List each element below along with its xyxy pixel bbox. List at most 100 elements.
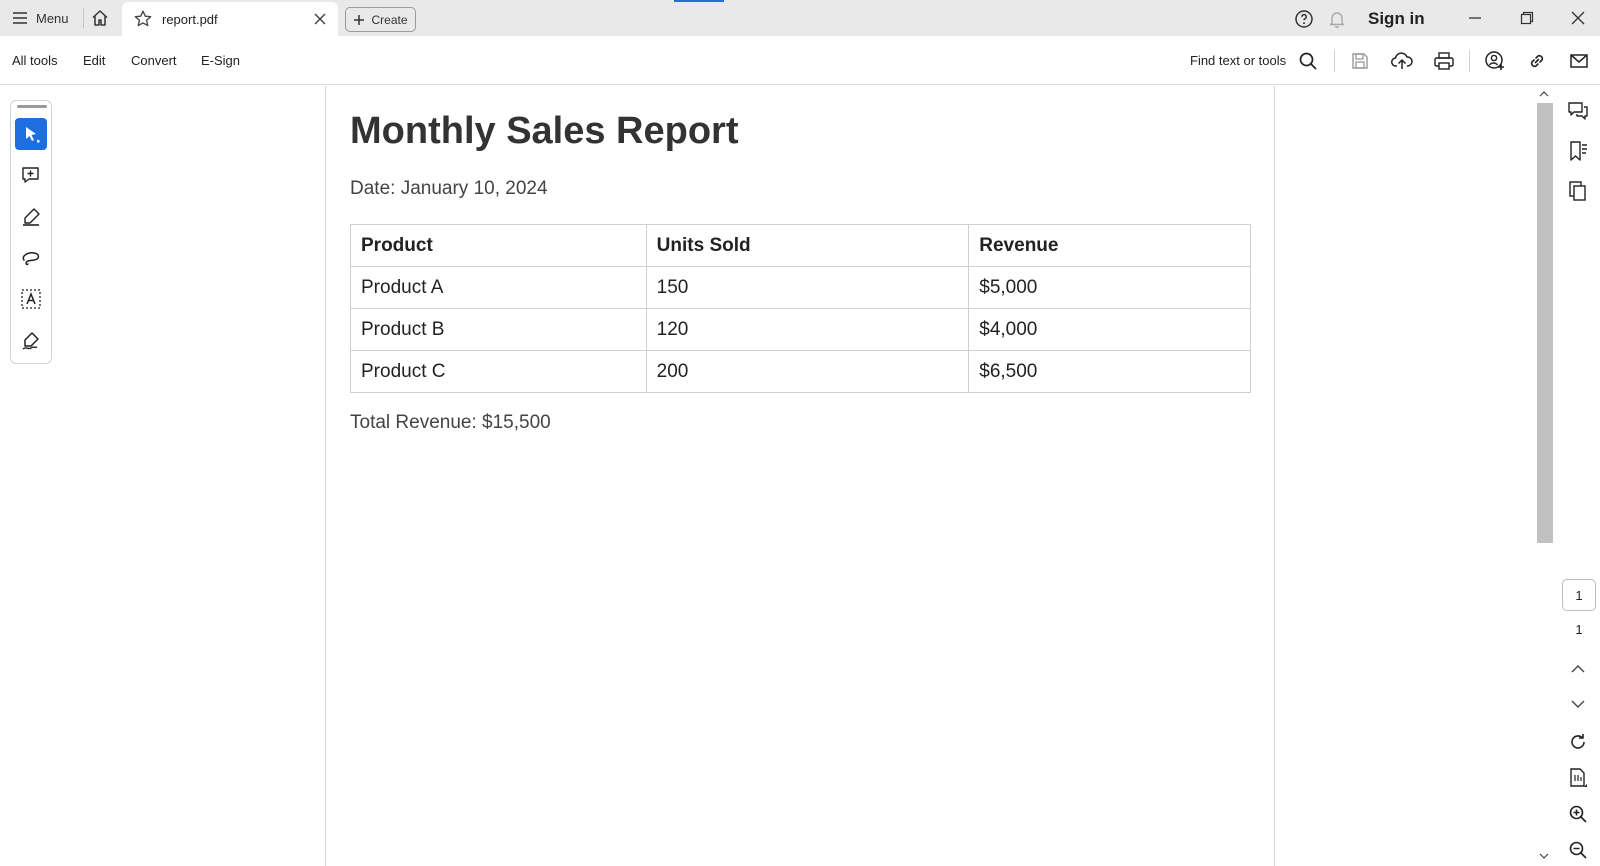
document-date: Date: January 10, 2024 — [350, 178, 548, 199]
rotate-icon — [1571, 734, 1585, 749]
page-fit-icon — [1570, 768, 1587, 787]
scrollbar-thumb[interactable] — [1537, 103, 1553, 543]
chevron-up-icon — [1539, 91, 1549, 97]
sign-in-button[interactable]: Sign in — [1368, 9, 1425, 29]
chevron-down-icon — [1539, 853, 1549, 859]
draw-tool[interactable] — [15, 242, 47, 274]
quick-tools-rail — [10, 100, 52, 364]
close-tab-icon[interactable] — [310, 9, 330, 29]
print-icon[interactable] — [1431, 48, 1457, 74]
table-cell: 120 — [645, 308, 970, 351]
zoom-out-icon — [1569, 841, 1587, 859]
star-icon[interactable] — [132, 8, 154, 30]
save-icon[interactable] — [1347, 48, 1373, 74]
notifications-button[interactable] — [1325, 7, 1349, 31]
plus-icon — [354, 14, 365, 25]
table-header-row: Product Units Sold Revenue — [350, 224, 1251, 267]
table-cell: 150 — [645, 266, 970, 309]
chevron-down-icon — [1571, 700, 1585, 708]
comments-button[interactable] — [1564, 97, 1592, 125]
scroll-down-button[interactable] — [1536, 850, 1552, 862]
bookmarks-button[interactable] — [1564, 137, 1592, 165]
document-tab[interactable]: report.pdf — [122, 2, 338, 36]
zoom-in-button[interactable] — [1564, 800, 1592, 828]
add-comment-tool[interactable] — [15, 159, 47, 191]
toolbar-item-esign[interactable]: E-Sign — [201, 53, 240, 68]
create-button[interactable]: Create — [345, 7, 416, 32]
table-cell: Product A — [350, 266, 647, 309]
toolbar-item-convert[interactable]: Convert — [131, 53, 177, 68]
pdf-page: Monthly Sales Report Date: January 10, 2… — [325, 86, 1275, 866]
divider — [1469, 50, 1470, 72]
menu-button[interactable]: Menu — [6, 4, 75, 32]
share-user-icon[interactable] — [1482, 48, 1508, 74]
help-icon — [1295, 10, 1313, 28]
main-toolbar: All tools Edit Convert E-Sign Find text … — [0, 36, 1600, 85]
close-icon — [1571, 11, 1585, 25]
divider — [83, 8, 84, 28]
column-header: Product — [350, 224, 647, 267]
total-revenue: Total Revenue: $15,500 — [350, 412, 551, 433]
minimize-button[interactable] — [1455, 4, 1495, 32]
divider — [1334, 50, 1335, 72]
rotate-button[interactable] — [1564, 728, 1592, 756]
restore-button[interactable] — [1507, 4, 1547, 32]
highlight-pen-icon — [23, 208, 40, 226]
toolbar-item-all-tools[interactable]: All tools — [12, 53, 58, 68]
select-tool[interactable] — [15, 118, 47, 150]
toolbar-item-edit[interactable]: Edit — [83, 53, 105, 68]
document-title: Monthly Sales Report — [350, 110, 739, 152]
pages-icon — [1569, 181, 1586, 201]
table-cell: 200 — [645, 350, 970, 393]
page-fit-button[interactable] — [1564, 764, 1592, 792]
column-header: Revenue — [968, 224, 1251, 267]
sign-icon — [22, 332, 39, 350]
column-header: Units Sold — [645, 224, 970, 267]
sign-tool[interactable] — [15, 325, 47, 357]
title-bar: Menu report.pdf Create Sign in — [0, 0, 1600, 36]
table-cell: $4,000 — [968, 308, 1251, 351]
table-row: Product C 200 $6,500 — [350, 350, 1251, 393]
pages-button[interactable] — [1564, 177, 1592, 205]
add-text-tool[interactable] — [15, 283, 47, 315]
select-arrow-icon — [26, 127, 40, 143]
menu-label: Menu — [36, 10, 69, 26]
text-box-icon — [21, 289, 41, 309]
comments-icon — [1568, 102, 1588, 120]
table-cell: Product B — [350, 308, 647, 351]
loading-indicator — [674, 0, 724, 2]
draw-freehand-icon — [22, 252, 40, 266]
help-button[interactable] — [1292, 7, 1316, 31]
table-row: Product B 120 $4,000 — [350, 308, 1251, 351]
link-icon[interactable] — [1524, 48, 1550, 74]
rail-grip[interactable] — [17, 105, 47, 108]
bookmarks-icon — [1570, 141, 1587, 161]
add-comment-icon — [22, 167, 39, 183]
highlight-tool[interactable] — [15, 201, 47, 233]
tab-title: report.pdf — [162, 11, 218, 27]
table-cell: $6,500 — [968, 350, 1251, 393]
bell-icon — [1329, 12, 1345, 28]
previous-page-button[interactable] — [1564, 655, 1592, 683]
sales-table: Product Units Sold Revenue Product A 150… — [350, 224, 1251, 393]
table-row: Product A 150 $5,000 — [350, 266, 1251, 309]
find-text-or-tools[interactable]: Find text or tools — [1190, 53, 1286, 68]
search-icon[interactable] — [1295, 48, 1321, 74]
mail-icon[interactable] — [1566, 48, 1592, 74]
zoom-in-icon — [1569, 805, 1587, 823]
table-cell: Product C — [350, 350, 647, 393]
next-page-button[interactable] — [1564, 690, 1592, 718]
upload-cloud-icon[interactable] — [1389, 48, 1415, 74]
hamburger-icon — [13, 12, 27, 24]
chevron-up-icon — [1571, 665, 1585, 673]
scroll-up-button[interactable] — [1536, 88, 1552, 100]
home-icon — [92, 10, 108, 26]
minimize-icon — [1469, 17, 1481, 19]
restore-icon — [1520, 11, 1534, 25]
zoom-out-button[interactable] — [1564, 836, 1592, 864]
create-label: Create — [371, 12, 408, 27]
close-window-button[interactable] — [1558, 4, 1598, 32]
current-page-input[interactable]: 1 — [1562, 579, 1596, 611]
home-button[interactable] — [86, 4, 114, 32]
total-pages: 1 — [1575, 622, 1583, 637]
